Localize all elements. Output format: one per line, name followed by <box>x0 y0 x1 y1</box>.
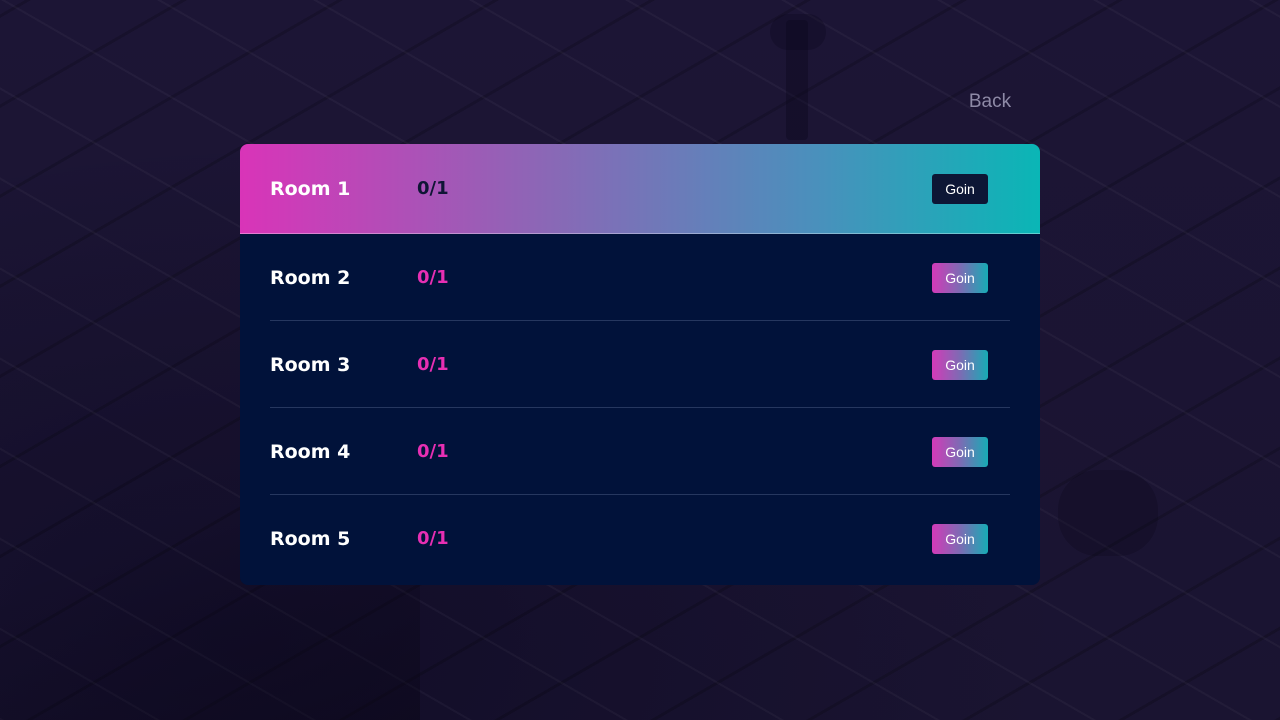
join-button[interactable]: Goin <box>932 523 988 554</box>
room-name: Room 5 <box>270 527 351 550</box>
room-name: Room 1 <box>270 177 351 200</box>
background-post-cap <box>770 14 826 50</box>
back-button[interactable]: Back <box>962 88 1018 116</box>
background-barrel <box>1058 470 1158 556</box>
room-row-4[interactable]: Room 4 0/1 Goin <box>240 408 1040 495</box>
room-row-3[interactable]: Room 3 0/1 Goin <box>240 321 1040 408</box>
room-player-count: 0/1 <box>417 267 449 288</box>
background-post <box>786 20 808 140</box>
join-button[interactable]: Goin <box>932 436 988 467</box>
join-button[interactable]: Goin <box>932 173 988 204</box>
room-name: Room 2 <box>270 266 351 289</box>
room-player-count: 0/1 <box>417 178 449 199</box>
room-row-5[interactable]: Room 5 0/1 Goin <box>240 495 1040 582</box>
join-button[interactable]: Goin <box>932 349 988 380</box>
room-name: Room 3 <box>270 353 351 376</box>
room-player-count: 0/1 <box>417 528 449 549</box>
room-player-count: 0/1 <box>417 354 449 375</box>
room-list-panel: Room 1 0/1 Goin Room 2 0/1 Goin Room 3 0… <box>240 144 1040 585</box>
join-button[interactable]: Goin <box>932 262 988 293</box>
room-name: Room 4 <box>270 440 351 463</box>
room-row-1[interactable]: Room 1 0/1 Goin <box>240 144 1040 234</box>
room-row-2[interactable]: Room 2 0/1 Goin <box>240 234 1040 321</box>
room-player-count: 0/1 <box>417 441 449 462</box>
